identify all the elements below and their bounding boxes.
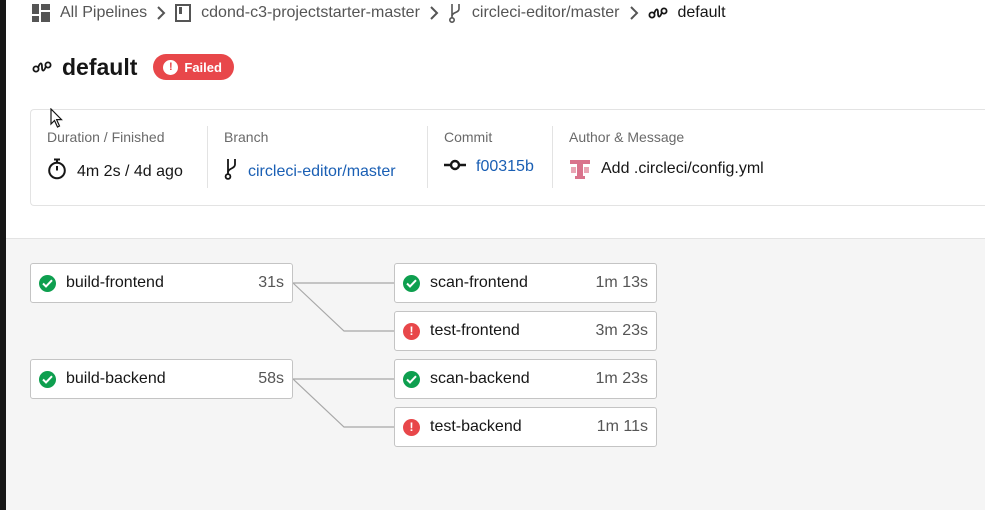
page-title: default	[62, 53, 138, 80]
workflow-info-card: Duration / Finished 4m 2s / 4d ago Branc…	[30, 109, 985, 206]
job-scan-backend[interactable]: scan-backend 1m 23s	[394, 359, 657, 399]
job-duration: 31s	[258, 274, 284, 291]
job-scan-frontend[interactable]: scan-frontend 1m 13s	[394, 263, 657, 303]
divider	[427, 126, 428, 188]
breadcrumb-label: All Pipelines	[60, 4, 148, 21]
breadcrumb-label: default	[677, 4, 726, 21]
repo-icon	[175, 4, 192, 22]
job-name: test-backend	[430, 418, 522, 435]
commit-value-row: f00315b	[444, 158, 534, 176]
workflow-icon	[32, 60, 52, 74]
chevron-right-icon	[147, 6, 175, 20]
job-test-backend[interactable]: ! test-backend 1m 11s	[394, 407, 657, 447]
job-build-frontend[interactable]: build-frontend 31s	[30, 263, 293, 303]
author-label: Author & Message	[569, 129, 685, 145]
stopwatch-icon	[47, 158, 67, 185]
workflow-graph: build-frontend 31s scan-frontend 1m 13s …	[6, 238, 985, 510]
job-test-frontend[interactable]: ! test-frontend 3m 23s	[394, 311, 657, 351]
duration-label: Duration / Finished	[47, 129, 165, 145]
success-check-icon	[403, 370, 420, 388]
job-duration: 58s	[258, 370, 284, 387]
success-check-icon	[39, 274, 56, 292]
branch-icon	[224, 158, 238, 185]
job-duration: 3m 23s	[595, 322, 648, 339]
divider	[207, 126, 208, 188]
job-duration: 1m 23s	[595, 370, 648, 387]
mouse-cursor-icon	[50, 108, 63, 128]
job-name: build-frontend	[66, 274, 164, 291]
job-name: scan-frontend	[430, 274, 528, 291]
breadcrumb-label: cdond-c3-projectstarter-master	[201, 4, 420, 21]
failed-alert-icon: !	[403, 418, 420, 436]
status-badge-label: Failed	[184, 59, 222, 75]
breadcrumb-project[interactable]: cdond-c3-projectstarter-master	[175, 4, 420, 22]
breadcrumb-label: circleci-editor/master	[471, 4, 620, 21]
branch-label: Branch	[224, 129, 269, 145]
status-badge: ! Failed	[153, 54, 234, 80]
duration-value: 4m 2s / 4d ago	[77, 162, 183, 180]
job-name: build-backend	[66, 370, 166, 387]
branch-icon	[448, 3, 462, 23]
failed-alert-icon: !	[403, 322, 420, 340]
success-check-icon	[39, 370, 56, 388]
commit-link[interactable]: f00315b	[476, 158, 534, 176]
branch-value-row: circleci-editor/master	[224, 158, 396, 185]
dashboard-icon	[32, 4, 50, 22]
breadcrumb: All Pipelines cdond-c3-projectstarter-ma…	[32, 2, 726, 24]
page-header: default ! Failed	[32, 52, 234, 82]
author-value-row: Add .circleci/config.yml	[569, 158, 764, 180]
duration-value-row: 4m 2s / 4d ago	[47, 158, 183, 185]
job-duration: 1m 11s	[596, 418, 648, 435]
divider	[552, 126, 553, 188]
chevron-right-icon	[620, 6, 648, 20]
commit-label: Commit	[444, 129, 493, 145]
branch-link[interactable]: circleci-editor/master	[248, 163, 396, 181]
avatar	[569, 158, 591, 180]
job-build-backend[interactable]: build-backend 58s	[30, 359, 293, 399]
job-name: test-frontend	[430, 322, 520, 339]
job-duration: 1m 13s	[595, 274, 648, 291]
commit-icon	[444, 158, 466, 176]
workflow-page: All Pipelines cdond-c3-projectstarter-ma…	[6, 0, 985, 510]
workflow-icon	[648, 6, 668, 20]
success-check-icon	[403, 274, 420, 292]
breadcrumb-workflow: default	[648, 4, 726, 22]
breadcrumb-branch[interactable]: circleci-editor/master	[448, 3, 620, 23]
commit-message: Add .circleci/config.yml	[601, 160, 764, 177]
chevron-right-icon	[420, 6, 448, 20]
breadcrumb-all-pipelines[interactable]: All Pipelines	[32, 4, 147, 22]
alert-icon: !	[163, 59, 179, 75]
job-name: scan-backend	[430, 370, 530, 387]
